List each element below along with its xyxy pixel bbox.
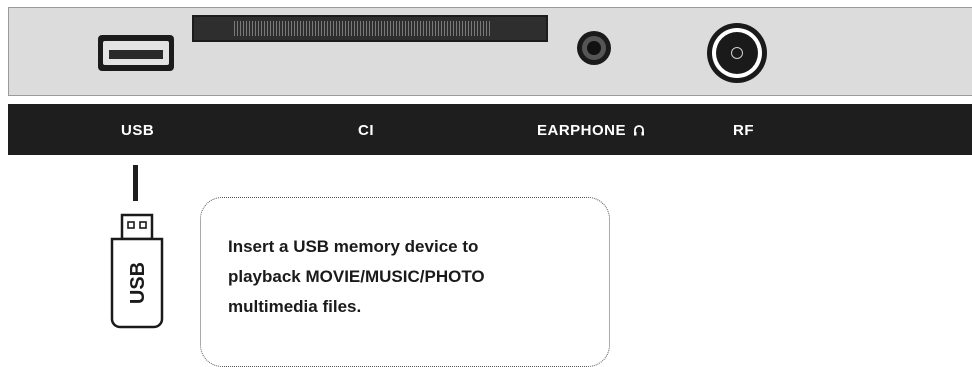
earphone-jack-hole [587, 41, 601, 55]
usb-label: USB [121, 122, 155, 139]
earphone-label-text: EARPHONE [537, 122, 627, 139]
ci-slot-pins [234, 21, 490, 36]
usb-port-opening [103, 41, 169, 65]
usb-port-tongue [109, 50, 163, 59]
usb-stick-label: USB [127, 262, 149, 304]
callout-line-3: multimedia files. [228, 297, 362, 316]
rf-jack [707, 23, 767, 83]
ci-slot [192, 15, 548, 42]
usb-connector-line [133, 165, 138, 201]
earphone-label: EARPHONE [537, 122, 645, 139]
rf-label: RF [733, 122, 754, 139]
ci-label: CI [358, 122, 374, 139]
usb-stick-icon: USB [110, 213, 164, 329]
rf-jack-pin [731, 47, 743, 59]
callout-line-2: playback MOVIE/MUSIC/PHOTO [228, 267, 485, 286]
headphone-icon [633, 125, 644, 136]
callout-line-1: Insert a USB memory device to [228, 237, 479, 256]
usb-port [98, 35, 174, 71]
earphone-jack [577, 31, 611, 65]
usb-info-text: Insert a USB memory device to playback M… [228, 232, 608, 322]
